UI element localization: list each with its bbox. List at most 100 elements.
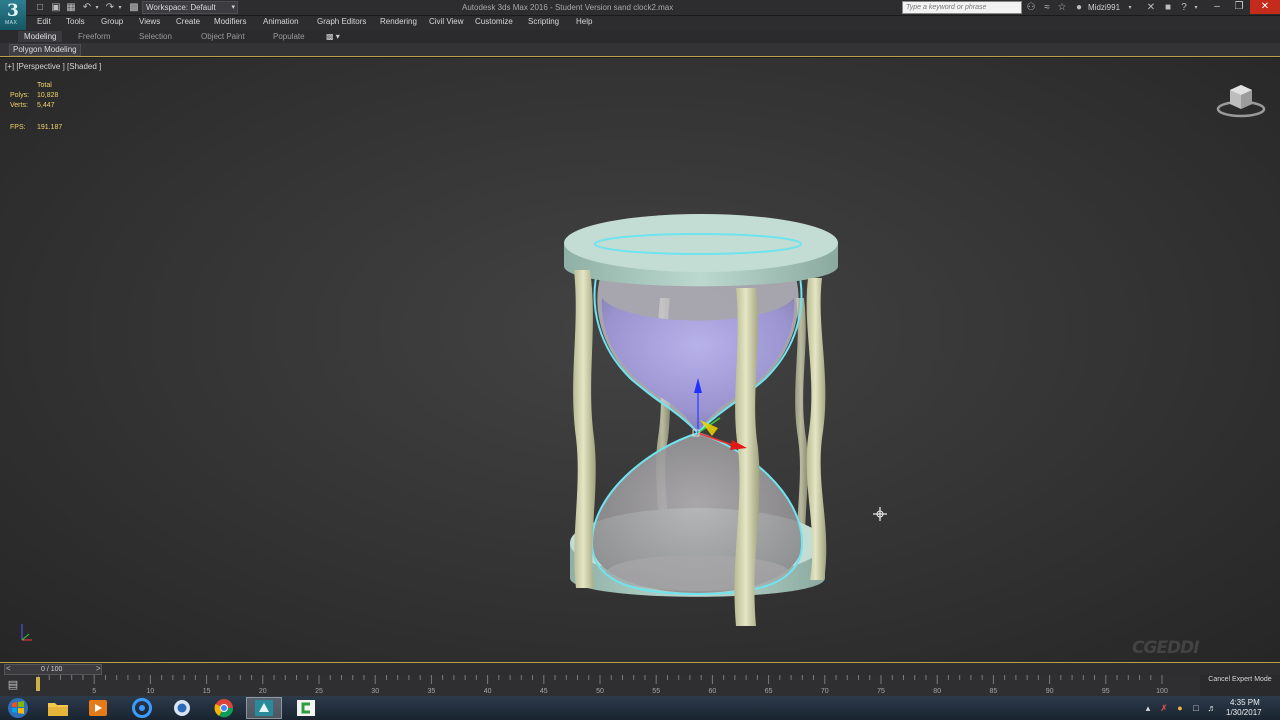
bottom-sand [606,555,790,591]
open-file-icon[interactable]: ▣ [50,2,62,13]
menu-views[interactable]: Views [139,17,160,26]
ruler-tick-label: 70 [821,688,829,695]
top-disc-top [564,214,838,272]
taskbar-chrome-icon[interactable] [206,697,242,719]
viewport-label[interactable]: [+] [Perspective ] [Shaded ] [5,62,101,71]
perspective-viewport[interactable]: [+] [Perspective ] [Shaded ] Total Polys… [0,58,1280,662]
axis-tripod-icon [21,624,32,641]
ruler-tick-label: 55 [652,688,660,695]
ruler-tick-label: 100 [1156,688,1168,695]
menu-group[interactable]: Group [101,17,123,26]
stats-fps-label: FPS: [10,124,26,131]
tab-freeform[interactable]: Freeform [78,32,110,41]
taskbar-3dsmax-icon[interactable] [246,697,282,719]
support-icon[interactable]: ■ [1162,2,1174,14]
app-logo-sub: MAX [5,20,18,26]
menu-create[interactable]: Create [176,17,200,26]
undo-dropdown-icon[interactable]: ▾ [91,2,103,13]
ribbon-options-icon[interactable]: ▩ ▾ [326,32,340,41]
frame-ruler[interactable]: 5 10 15 20 25 30 35 40 45 50 55 60 65 70 75 80 85 90 95 100 [38,675,1200,696]
gizmo-z-label: z [696,368,699,375]
minimize-button[interactable]: – [1206,0,1228,14]
ruler-tick-label: 85 [990,688,998,695]
help-icon[interactable]: ? [1178,2,1190,14]
cancel-expert-mode-label: Cancel Expert Mode [1208,676,1272,683]
track-bar[interactable]: ▤ 5 10 15 20 25 30 35 40 45 50 55 60 65 70 75 80 85 90 95 1… [0,675,1280,696]
user-name[interactable]: Midzi991 [1088,3,1120,12]
viewcube-icon[interactable] [1216,82,1266,120]
ruler-tick-label: 40 [484,688,492,695]
taskbar-browser-icon[interactable] [124,697,160,719]
tab-populate[interactable]: Populate [273,32,305,41]
menu-help[interactable]: Help [576,17,592,26]
move-cursor-icon [873,507,887,521]
menu-civil-view[interactable]: Civil View [429,17,464,26]
time-slider[interactable]: < 0 / 100 > [0,662,1280,675]
new-scene-icon[interactable]: □ [34,2,46,13]
ruler-tick-label: 90 [1046,688,1054,695]
cancel-expert-mode-button[interactable]: Cancel Expert Mode [1200,675,1280,696]
stats-verts-label: Verts: [10,102,28,109]
menu-graph-editors[interactable]: Graph Editors [317,17,366,26]
channel-watermark: CGEDDI [1132,638,1200,658]
hourglass-model[interactable]: z [540,148,860,638]
menu-modifiers[interactable]: Modifiers [214,17,246,26]
user-dropdown-icon[interactable]: ▾ [1124,2,1136,14]
taskbar-messenger-icon[interactable] [164,697,200,719]
tray-network-icon[interactable]: ✗ [1158,702,1170,714]
tray-expand-icon[interactable]: ▴ [1142,702,1154,714]
tab-modeling[interactable]: Modeling [18,31,63,42]
ruler-tick-label: 95 [1102,688,1110,695]
save-file-icon[interactable]: ▦ [65,2,77,13]
time-slider-thumb[interactable]: < 0 / 100 > [4,664,102,675]
menu-animation[interactable]: Animation [263,17,299,26]
menu-rendering[interactable]: Rendering [380,17,417,26]
taskbar-camtasia-icon[interactable] [288,697,324,719]
user-icon[interactable]: ● [1073,2,1085,14]
current-frame-marker[interactable] [36,677,40,691]
pillar-front-left [573,270,596,588]
ribbon-tabs: Modeling Freeform Selection Object Paint… [0,30,1280,43]
workspace-label: Workspace: Default [146,3,216,12]
maximize-button[interactable]: ❐ [1228,0,1250,14]
help-dropdown-icon[interactable]: ▾ [1190,2,1202,14]
ruler-tick-label: 25 [315,688,323,695]
project-folder-icon[interactable]: ▩ [128,2,140,13]
tab-object-paint[interactable]: Object Paint [201,32,245,41]
menu-scripting[interactable]: Scripting [528,17,559,26]
stats-polys-label: Polys: [10,92,30,99]
windows-taskbar: ▴ ✗ ● □ ♬ 4:35 PM 1/30/2017 [0,696,1280,720]
polygon-modeling-button[interactable]: Polygon Modeling [9,44,81,56]
search-input[interactable]: Type a keyword or phrase [902,1,1022,14]
menu-customize[interactable]: Customize [475,17,513,26]
ruler-tick-label: 35 [428,688,436,695]
binoculars-icon[interactable]: ⚇ [1025,2,1037,14]
app-menu-button[interactable]: 3 MAX [0,0,26,30]
window-title: Autodesk 3ds Max 2016 - Student Version … [462,3,674,12]
redo-dropdown-icon[interactable]: ▾ [114,2,126,13]
stats-polys-value: 10,828 [37,92,59,99]
menu-tools[interactable]: Tools [66,17,85,26]
taskbar-explorer-icon[interactable] [40,697,76,719]
clock-date[interactable]: 1/30/2017 [1226,708,1262,717]
favorites-star-icon[interactable]: ☆ [1056,2,1068,14]
title-bar: 3 MAX □ ▣ ▦ ↶ ▾ ↷ ▾ ▩ Workspace: Default… [0,0,1280,30]
tab-selection[interactable]: Selection [139,32,172,41]
menu-edit[interactable]: Edit [37,17,51,26]
ruler-tick-label: 80 [933,688,941,695]
taskbar-media-player-icon[interactable] [80,697,116,719]
communication-center-icon[interactable]: ≈ [1041,2,1053,14]
curve-editor-toggle-icon[interactable]: ▤ [6,679,20,691]
windows-start-icon[interactable] [4,697,32,719]
tray-display-icon[interactable]: □ [1190,702,1202,714]
workspace-dropdown[interactable]: Workspace: Default ▾ [142,1,238,14]
clock-time[interactable]: 4:35 PM [1230,698,1260,707]
ruler-ticks: 5 10 15 20 25 30 35 40 45 50 55 60 65 70 75 80 85 90 95 100 [38,675,1168,695]
tray-volume-icon[interactable]: ♬ [1206,702,1218,714]
close-button[interactable]: ✕ [1250,0,1280,14]
tray-security-icon[interactable]: ● [1174,702,1186,714]
ruler-tick-label: 10 [147,688,155,695]
next-frame-icon[interactable]: > [96,664,101,673]
autodesk-exchange-icon[interactable]: ✕ [1145,2,1157,14]
prev-frame-icon[interactable]: < [6,664,11,673]
